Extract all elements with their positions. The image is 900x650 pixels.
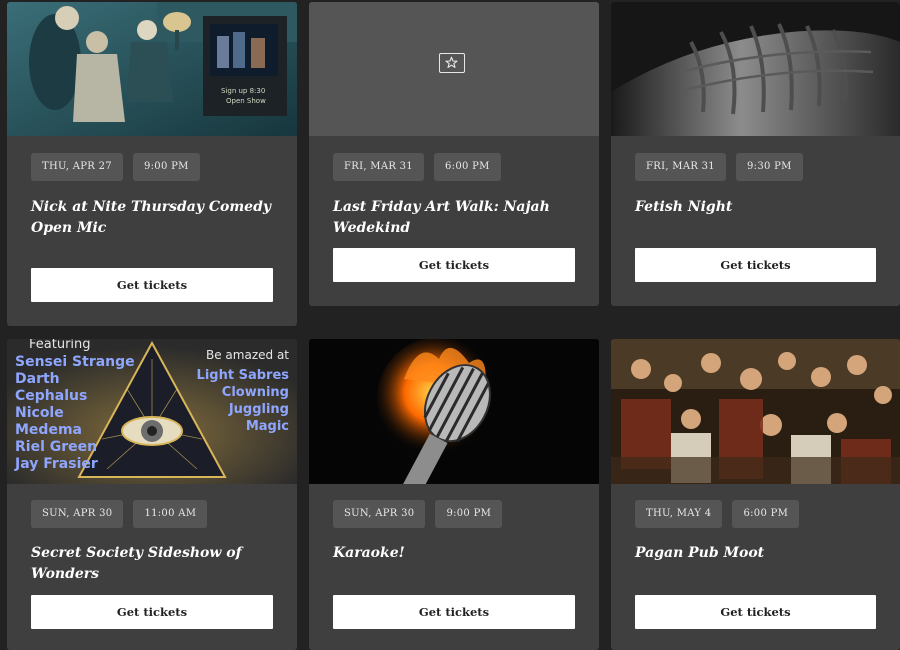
- get-tickets-button[interactable]: Get tickets: [635, 248, 876, 282]
- event-image[interactable]: [309, 339, 599, 484]
- event-time: 9:00 PM: [132, 153, 200, 181]
- get-tickets-button[interactable]: Get tickets: [635, 595, 876, 629]
- event-card[interactable]: Featuring Sensei Strange Darth Cephalus …: [7, 339, 297, 650]
- flyer-performer: Jay Frasier: [15, 456, 98, 472]
- event-time: 11:00 AM: [133, 500, 208, 528]
- event-date: THU, MAY 4: [635, 500, 723, 528]
- flyer-performer: Darth Cephalus: [15, 371, 88, 404]
- event-title[interactable]: Pagan Pub Moot: [635, 543, 876, 564]
- event-title[interactable]: Karaoke!: [333, 543, 575, 564]
- event-flyer[interactable]: Featuring Sensei Strange Darth Cephalus …: [7, 339, 297, 484]
- tv-screen-line-2: Open Show: [226, 97, 266, 105]
- event-title[interactable]: Last Friday Art Walk: Najah Wedekind: [333, 197, 575, 239]
- get-tickets-button[interactable]: Get tickets: [333, 595, 575, 629]
- event-card[interactable]: FRI, MAR 31 6:00 PM Last Friday Art Walk…: [309, 2, 599, 306]
- event-card[interactable]: SUN, APR 30 9:00 PM Karaoke! Get tickets: [309, 339, 599, 650]
- flyer-act: Clowning: [221, 385, 289, 400]
- event-date: FRI, MAR 31: [635, 153, 726, 181]
- event-card[interactable]: THU, MAY 4 6:00 PM Pagan Pub Moot Get ti…: [611, 339, 900, 650]
- event-image[interactable]: [611, 339, 900, 484]
- event-time: 6:00 PM: [732, 500, 800, 528]
- event-image[interactable]: Sign up 8:30 Open Show: [7, 2, 297, 136]
- flyer-act: Light Sabres: [196, 368, 289, 383]
- event-card[interactable]: FRI, MAR 31 9:30 PM Fetish Night Get tic…: [611, 2, 900, 306]
- event-date: FRI, MAR 31: [333, 153, 424, 181]
- star-image-icon: [439, 53, 465, 73]
- event-date: SUN, APR 30: [31, 500, 124, 528]
- flyer-amazed-label: Be amazed at: [206, 348, 289, 362]
- event-time: 6:00 PM: [433, 153, 501, 181]
- flyer-performer: Riel Green: [15, 439, 98, 455]
- event-image-placeholder[interactable]: [309, 2, 599, 136]
- flyer-act: Magic: [245, 419, 289, 434]
- event-title[interactable]: Fetish Night: [635, 197, 876, 218]
- event-title[interactable]: Secret Society Sideshow of Wonders: [31, 543, 273, 585]
- tv-screen-line-1: Sign up 8:30: [221, 87, 265, 95]
- flyer-performer: Nicole Medema: [15, 405, 82, 438]
- get-tickets-button[interactable]: Get tickets: [333, 248, 575, 282]
- event-date: SUN, APR 30: [333, 500, 426, 528]
- event-date: THU, APR 27: [31, 153, 123, 181]
- flyer-performer: Sensei Strange: [15, 354, 135, 370]
- event-time: 9:30 PM: [735, 153, 803, 181]
- flyer-featuring: Featuring: [29, 339, 91, 352]
- get-tickets-button[interactable]: Get tickets: [31, 268, 273, 302]
- event-time: 9:00 PM: [435, 500, 503, 528]
- flyer-act: Juggling: [228, 402, 289, 417]
- event-card[interactable]: Sign up 8:30 Open Show THU, APR 27 9:00 …: [7, 2, 297, 326]
- get-tickets-button[interactable]: Get tickets: [31, 595, 273, 629]
- event-image[interactable]: [611, 2, 900, 136]
- event-title[interactable]: Nick at Nite Thursday Comedy Open Mic: [31, 197, 273, 239]
